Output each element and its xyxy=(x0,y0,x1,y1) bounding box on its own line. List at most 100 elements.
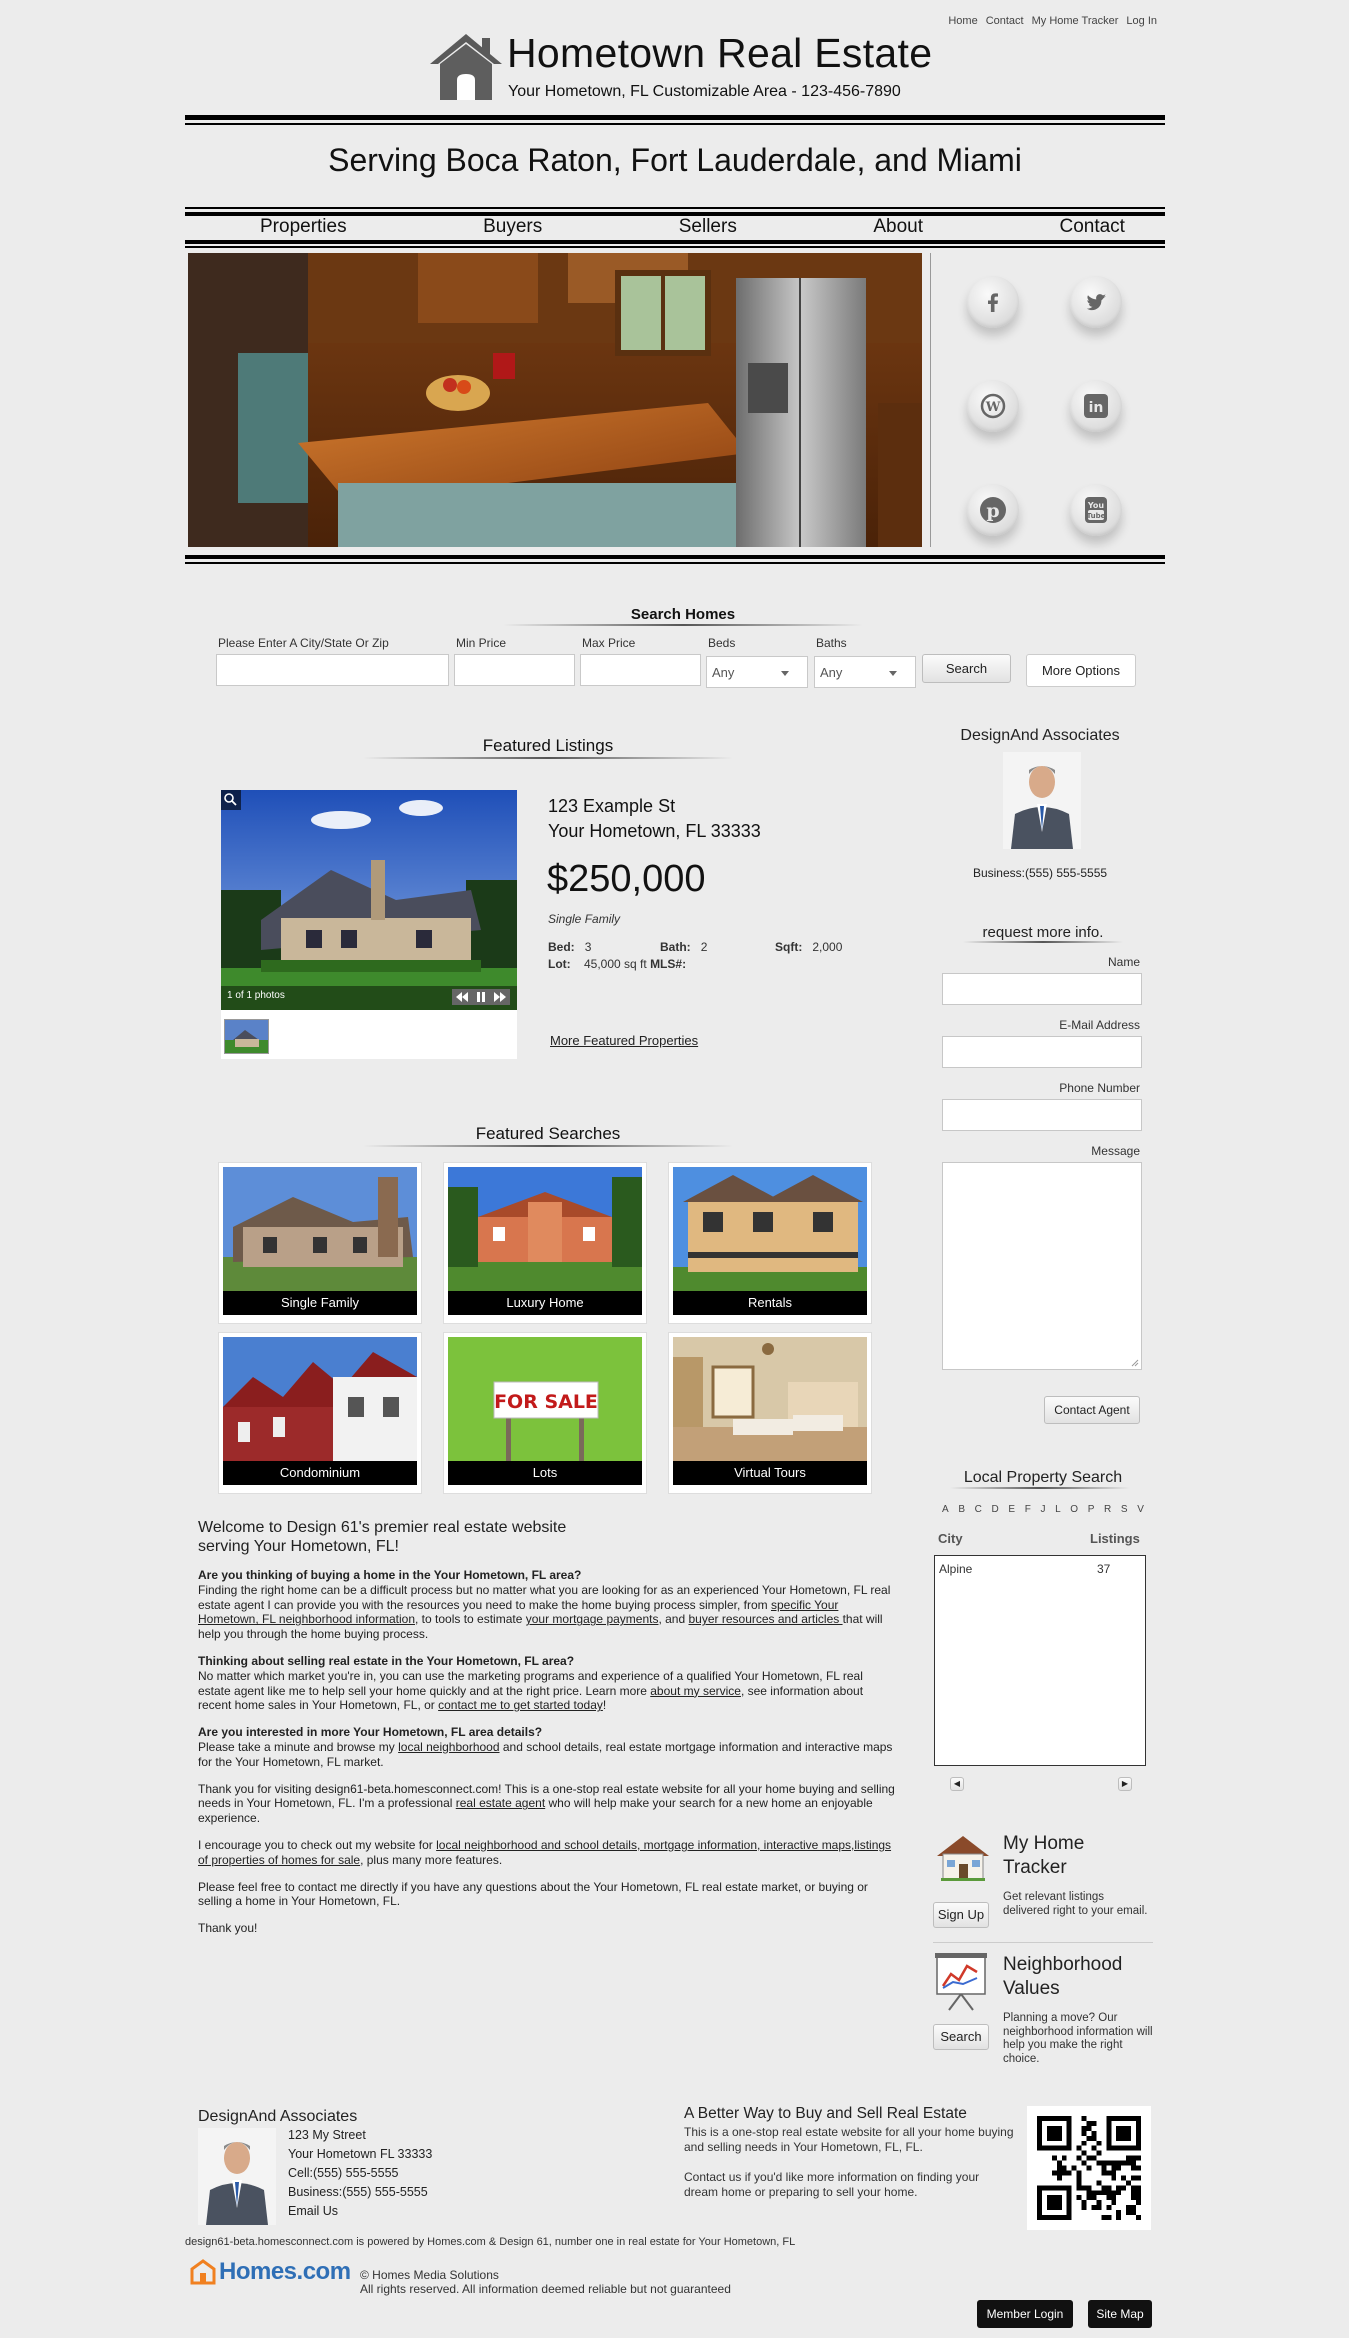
rewind-icon[interactable] xyxy=(456,992,468,1002)
search-title: Search Homes xyxy=(630,606,736,623)
neighborhood-search-button[interactable]: Search xyxy=(933,2024,989,2050)
site-map-button[interactable]: Site Map xyxy=(1088,2300,1152,2328)
about-service-link[interactable]: about my service xyxy=(650,1684,741,1698)
local-neighborhood-link[interactable]: local neighborhood xyxy=(398,1740,499,1754)
search-button[interactable]: Search xyxy=(922,654,1011,683)
pause-icon[interactable] xyxy=(476,992,486,1002)
details-question: Are you interested in more Your Hometown… xyxy=(198,1725,543,1740)
beds-select[interactable]: Any xyxy=(706,656,808,688)
tile-condominium[interactable]: Condominium xyxy=(219,1333,421,1493)
nav-about[interactable]: About xyxy=(873,216,923,238)
top-link-home[interactable]: Home xyxy=(948,15,977,27)
message-textarea[interactable] xyxy=(942,1162,1142,1370)
tile-luxury-home[interactable]: Luxury Home xyxy=(444,1163,646,1323)
mortgage-payments-link[interactable]: your mortgage payments xyxy=(526,1612,659,1626)
member-login-button[interactable]: Member Login xyxy=(977,2300,1073,2328)
scroll-left-arrow-icon[interactable]: ◀ xyxy=(950,1777,964,1791)
facebook-icon[interactable] xyxy=(967,276,1019,328)
svg-text:in: in xyxy=(1089,400,1104,416)
encourage-text-a: I encourage you to check out my website … xyxy=(198,1837,437,1852)
listing-photo[interactable] xyxy=(221,790,517,1010)
nav-buyers[interactable]: Buyers xyxy=(483,216,542,238)
hero-divider xyxy=(930,253,931,547)
tile-single-family[interactable]: Single Family xyxy=(219,1163,421,1323)
letter-filter-j[interactable]: J xyxy=(1040,1504,1045,1515)
listing-thumbnail[interactable] xyxy=(224,1019,269,1054)
contact-paragraph: Please feel free to contact me directly … xyxy=(198,1879,868,1909)
real-estate-agent-link[interactable]: real estate agent xyxy=(456,1796,545,1810)
city-search-input[interactable] xyxy=(216,654,449,686)
letter-filter-o[interactable]: O xyxy=(1070,1504,1078,1515)
selling-question: Thinking about selling real estate in th… xyxy=(198,1653,575,1668)
footer-email-link[interactable]: Email Us xyxy=(288,2202,432,2221)
more-options-button[interactable]: More Options xyxy=(1026,654,1136,687)
letter-filter-f[interactable]: F xyxy=(1025,1504,1031,1515)
more-featured-link[interactable]: More Featured Properties xyxy=(550,1033,698,1048)
footer-cell: Cell:(555) 555-5555 xyxy=(288,2166,399,2180)
welcome-section: Welcome to Design 61's premier real esta… xyxy=(198,1518,898,1948)
photo-count: 1 of 1 photos xyxy=(227,990,285,1001)
pinterest-icon[interactable]: p xyxy=(967,484,1019,536)
max-price-input[interactable] xyxy=(580,654,701,686)
letter-filter-s[interactable]: S xyxy=(1121,1504,1128,1515)
contact-agent-button[interactable]: Contact Agent xyxy=(1044,1396,1140,1424)
name-input[interactable] xyxy=(942,973,1142,1005)
listing-bath: Bath: 2 xyxy=(660,940,707,954)
tile-rentals[interactable]: Rentals xyxy=(669,1163,871,1323)
neighborhood-desc: Planning a move? Our neighborhood inform… xyxy=(1003,2012,1153,2065)
qr-code[interactable] xyxy=(1027,2106,1151,2230)
tile-lots[interactable]: FOR SALE Lots xyxy=(444,1333,646,1493)
top-link-contact[interactable]: Contact xyxy=(986,15,1024,27)
wordpress-icon[interactable]: W xyxy=(967,380,1019,432)
header-rule xyxy=(185,115,1165,120)
rights-text: All rights reserved. All information dee… xyxy=(360,2282,731,2296)
min-price-input[interactable] xyxy=(454,654,575,686)
youtube-icon[interactable]: You Tube xyxy=(1070,484,1122,536)
footer-business: Business:(555) 555-5555 xyxy=(288,2185,428,2199)
top-link-login[interactable]: Log In xyxy=(1126,15,1157,27)
zoom-icon[interactable] xyxy=(221,790,241,810)
lot-label: Lot: xyxy=(548,957,571,971)
resize-handle-icon[interactable] xyxy=(1131,1359,1139,1367)
letter-filter-l[interactable]: L xyxy=(1055,1504,1061,1515)
linkedin-icon[interactable]: in xyxy=(1070,380,1122,432)
homes-logo[interactable]: Homes.com xyxy=(190,2258,351,2286)
forward-icon[interactable] xyxy=(494,992,506,1002)
buyer-resources-link[interactable]: buyer resources and articles xyxy=(689,1612,843,1626)
buying-paragraph: Are you thinking of buying a home in the… xyxy=(198,1568,898,1642)
city-listings-box[interactable]: Alpine 37 xyxy=(934,1555,1146,1766)
letter-filter-r[interactable]: R xyxy=(1104,1504,1111,1515)
thanks-visit-paragraph: Thank you for visiting design61-beta.hom… xyxy=(198,1782,898,1826)
search-title-underline xyxy=(503,624,863,626)
nav-contact[interactable]: Contact xyxy=(1059,216,1124,238)
house-logo-icon[interactable] xyxy=(424,30,508,102)
contact-me-link[interactable]: contact me to get started today xyxy=(438,1698,603,1712)
letter-filter-a[interactable]: A xyxy=(942,1504,949,1515)
tile-virtual-tours[interactable]: Virtual Tours xyxy=(669,1333,871,1493)
letter-filter-d[interactable]: D xyxy=(992,1504,999,1515)
site-title: Hometown Real Estate xyxy=(507,30,933,76)
letter-filter-v[interactable]: V xyxy=(1137,1504,1144,1515)
nav-sellers[interactable]: Sellers xyxy=(679,216,737,238)
email-input[interactable] xyxy=(942,1036,1142,1068)
nav-properties[interactable]: Properties xyxy=(260,216,347,238)
baths-select[interactable]: Any xyxy=(814,656,916,688)
letter-filter-b[interactable]: B xyxy=(958,1504,965,1515)
tile-caption: Luxury Home xyxy=(448,1291,642,1315)
letter-filter-e[interactable]: E xyxy=(1008,1504,1015,1515)
twitter-icon[interactable] xyxy=(1070,276,1122,328)
letter-filter-c[interactable]: C xyxy=(975,1504,982,1515)
top-link-home-tracker[interactable]: My Home Tracker xyxy=(1032,15,1119,27)
listing-price: $250,000 xyxy=(547,858,706,900)
better-way-text: This is a one-stop real estate website f… xyxy=(684,2125,1014,2154)
sign-up-button[interactable]: Sign Up xyxy=(933,1902,989,1928)
message-label: Message xyxy=(1091,1144,1140,1158)
letter-filter-p[interactable]: P xyxy=(1088,1504,1095,1515)
city-alpine[interactable]: Alpine xyxy=(939,1562,972,1576)
scroll-right-arrow-icon[interactable]: ▶ xyxy=(1118,1777,1132,1791)
phone-input[interactable] xyxy=(942,1099,1142,1131)
home-tracker-icon xyxy=(937,1836,989,1881)
name-label: Name xyxy=(1107,955,1140,969)
featured-searches-title: Featured Searches xyxy=(475,1124,621,1143)
listing-bed: Bed: 3 xyxy=(548,940,591,954)
